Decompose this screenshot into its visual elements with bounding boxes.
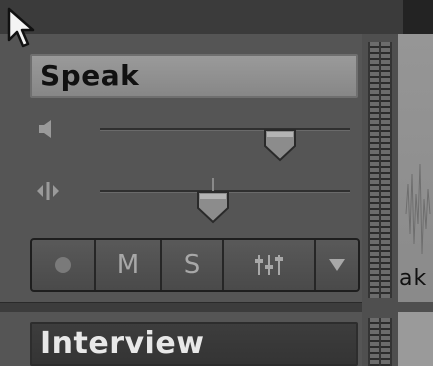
track-menu-button[interactable] — [316, 240, 358, 290]
top-strip — [0, 0, 433, 34]
waveform — [405, 163, 431, 255]
solo-label: S — [183, 250, 201, 280]
record-enable-button[interactable] — [32, 240, 96, 290]
track-name-field[interactable]: Speak — [30, 54, 358, 98]
mouse-pointer-icon — [7, 7, 35, 48]
mute-label: M — [116, 250, 140, 280]
mute-button[interactable]: M — [96, 240, 162, 290]
meter-channel-right — [381, 42, 390, 298]
volume-slider-thumb[interactable] — [263, 128, 297, 162]
record-dot-icon — [55, 257, 71, 273]
triangle-down-icon — [329, 259, 345, 271]
audio-region-2[interactable] — [398, 312, 433, 366]
volume-slider-track[interactable] — [100, 128, 350, 162]
speaker-icon — [39, 120, 51, 138]
level-meter-2 — [368, 318, 392, 366]
track-settings-button[interactable] — [224, 240, 316, 290]
meter-channel-left — [370, 318, 379, 366]
top-strip-corner — [403, 0, 433, 34]
pan-slider-track[interactable] — [100, 178, 350, 224]
level-meter — [368, 42, 392, 298]
meter-channel-right — [381, 318, 390, 366]
track-mixer: Speak M S Interview ak — [0, 0, 433, 366]
meter-channel-left — [370, 42, 379, 298]
track-button-bar: M S — [30, 238, 360, 292]
pan-arrows-icon — [37, 182, 59, 200]
pan-slider-thumb[interactable] — [196, 190, 230, 224]
audio-region[interactable] — [398, 34, 433, 302]
track-name-field-2[interactable]: Interview — [30, 322, 358, 366]
solo-button[interactable]: S — [162, 240, 224, 290]
mixer-sliders-icon — [255, 255, 283, 275]
volume-slider-row — [30, 114, 360, 162]
pan-slider-row — [30, 176, 360, 224]
region-name: ak — [399, 266, 428, 291]
